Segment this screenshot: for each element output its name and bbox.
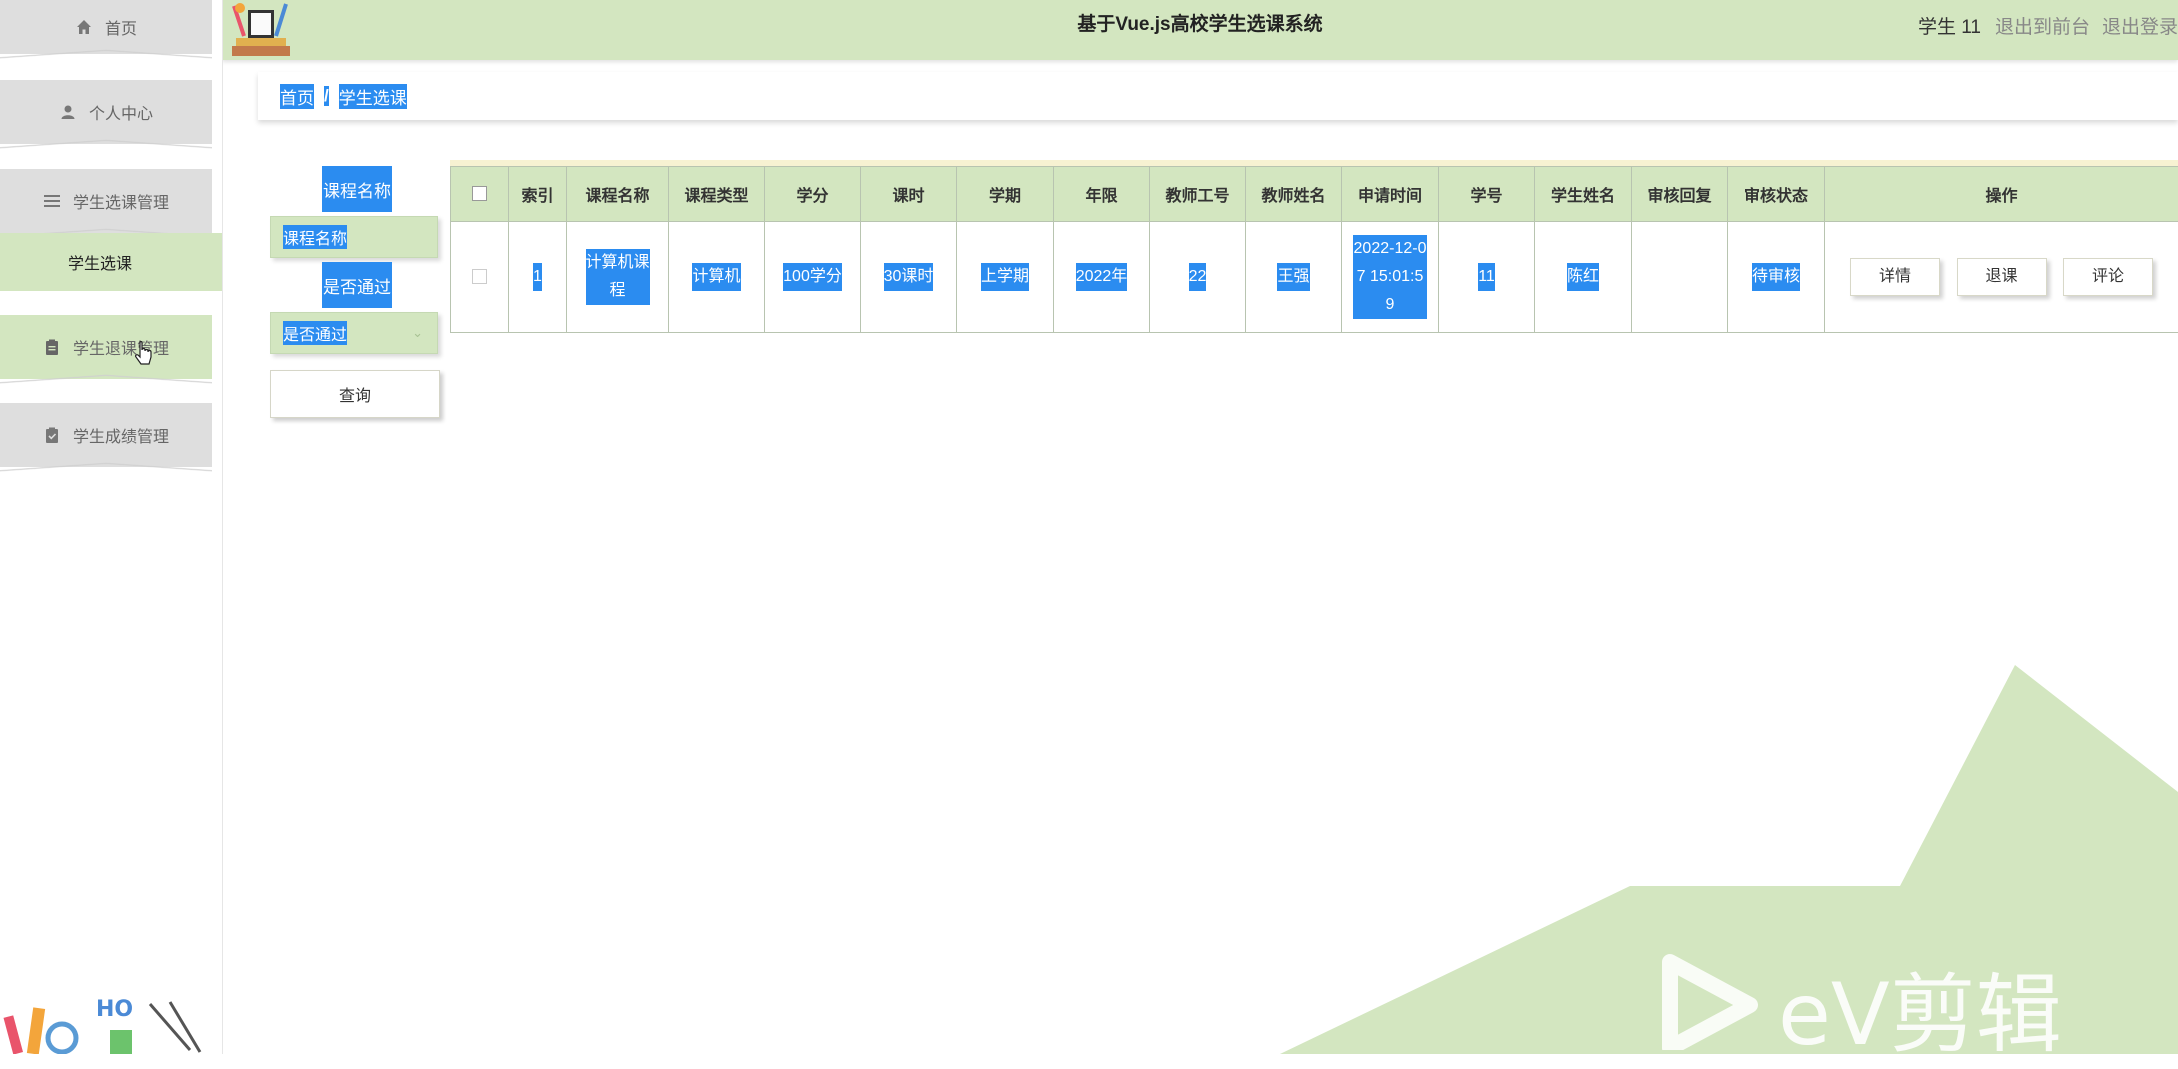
hours-value: 30课时 <box>884 263 934 291</box>
back-to-frontend-link[interactable]: 退出到前台 <box>1995 12 2090 39</box>
student-name-cell: 陈红 <box>1535 222 1632 333</box>
clipboard-check-icon <box>43 426 61 444</box>
student-id-cell: 11 <box>1439 222 1535 333</box>
review-reply-cell <box>1632 222 1728 333</box>
column-header: 课程名称 <box>567 167 669 222</box>
course-name-input[interactable]: 课程名称 <box>270 216 438 258</box>
top-header: 基于Vue.js高校学生选课系统 学生 11 退出到前台 退出登录 <box>222 0 2178 60</box>
course-name-value: 计算机课程 <box>586 249 650 305</box>
svg-text:HO: HO <box>96 997 133 1022</box>
column-header: 审核状态 <box>1728 167 1825 222</box>
sidebar-item-label: 学生成绩管理 <box>73 423 169 447</box>
sidebar-subitem-student-course[interactable]: 学生选课 <box>0 233 222 291</box>
column-header: 申请时间 <box>1342 167 1439 222</box>
sidebar-item-drop-course[interactable]: 学生退课管理 <box>0 315 212 379</box>
pass-status-select[interactable]: 是否通过 ⌄ <box>270 312 438 354</box>
year-cell: 2022年 <box>1054 222 1150 333</box>
breadcrumb-home[interactable]: 首页 <box>280 84 314 109</box>
current-user: 学生 11 <box>1918 12 1981 39</box>
column-header: 学分 <box>765 167 861 222</box>
column-header: 年限 <box>1054 167 1150 222</box>
logout-link[interactable]: 退出登录 <box>2102 12 2178 39</box>
details-button[interactable]: 详情 <box>1850 258 1940 296</box>
hours-cell: 30课时 <box>861 222 957 333</box>
sidebar-item-course-selection[interactable]: 学生选课管理 <box>0 169 212 233</box>
sidebar-item-label: 个人中心 <box>89 100 153 124</box>
drop-course-button[interactable]: 退课 <box>1957 258 2047 296</box>
table-row: 1 计算机课程 计算机 100学分 30课时 上学期 2022年 22 王强 2… <box>451 222 2178 333</box>
column-header: 索引 <box>509 167 567 222</box>
header-user-area: 学生 11 退出到前台 退出登录 <box>1918 0 2178 50</box>
pass-status-placeholder: 是否通过 <box>283 321 347 345</box>
course-type-cell: 计算机 <box>669 222 765 333</box>
user-icon <box>59 103 77 121</box>
term-value: 上学期 <box>981 263 1029 291</box>
mouse-cursor-icon <box>134 341 154 372</box>
play-logo-icon <box>1660 950 1760 1050</box>
actions-cell: 详情 退课 评论 <box>1825 222 2178 333</box>
sidebar: 首页 个人中心 学生选课管理 学生选课 学生退课管理 学生成绩管理 HO <box>0 0 223 1054</box>
student-name-value: 陈红 <box>1567 263 1599 291</box>
course-type-value: 计算机 <box>692 263 740 291</box>
course-name-label: 课程名称 <box>322 166 392 212</box>
column-header: 课程类型 <box>669 167 765 222</box>
comment-button[interactable]: 评论 <box>2063 258 2153 296</box>
sidebar-item-home[interactable]: 首页 <box>0 0 212 54</box>
breadcrumb: 首页 / 学生选课 <box>258 72 2178 120</box>
row-select-cell[interactable] <box>451 222 509 333</box>
column-header: 学号 <box>1439 167 1535 222</box>
apply-time-cell: 2022-12-07 15:01:59 <box>1342 222 1439 333</box>
breadcrumb-current: 学生选课 <box>339 84 407 109</box>
teacher-name-value: 王强 <box>1277 263 1309 291</box>
review-status-value: 待审核 <box>1752 263 1800 291</box>
column-header: 学期 <box>957 167 1054 222</box>
query-button[interactable]: 查询 <box>270 370 440 418</box>
review-status-cell: 待审核 <box>1728 222 1825 333</box>
teacher-id-value: 22 <box>1189 263 1207 291</box>
sidebar-decoration-image: HO <box>0 994 220 1054</box>
credit-value: 100学分 <box>783 263 842 291</box>
sidebar-item-label: 学生退课管理 <box>73 335 169 359</box>
sidebar-item-label: 学生选课管理 <box>73 189 169 213</box>
teacher-id-cell: 22 <box>1150 222 1246 333</box>
pass-status-label: 是否通过 <box>322 262 392 308</box>
course-table: 索引 课程名称 课程类型 学分 课时 学期 年限 教师工号 教师姓名 申请时间 … <box>450 160 2178 333</box>
credit-cell: 100学分 <box>765 222 861 333</box>
watermark: eV剪辑 <box>1660 950 2120 1050</box>
column-header: 操作 <box>1825 167 2178 222</box>
row-checkbox[interactable] <box>472 269 487 284</box>
page-title: 基于Vue.js高校学生选课系统 <box>222 0 2178 50</box>
teacher-name-cell: 王强 <box>1246 222 1342 333</box>
column-header: 教师姓名 <box>1246 167 1342 222</box>
home-icon <box>75 18 93 36</box>
column-header: 教师工号 <box>1150 167 1246 222</box>
watermark-text: eV剪辑 <box>1778 944 2062 1069</box>
clipboard-icon <box>43 338 61 356</box>
sidebar-subitem-label: 学生选课 <box>68 250 132 274</box>
breadcrumb-separator: / <box>324 86 329 106</box>
chevron-down-icon: ⌄ <box>412 325 423 341</box>
course-name-placeholder: 课程名称 <box>283 225 347 249</box>
student-id-value: 11 <box>1478 263 1495 291</box>
course-name-cell: 计算机课程 <box>567 222 669 333</box>
column-header: 学生姓名 <box>1535 167 1632 222</box>
sidebar-item-grades[interactable]: 学生成绩管理 <box>0 403 212 467</box>
year-value: 2022年 <box>1076 263 1128 291</box>
table-header-row: 索引 课程名称 课程类型 学分 课时 学期 年限 教师工号 教师姓名 申请时间 … <box>451 167 2178 222</box>
select-all-checkbox[interactable] <box>472 186 487 201</box>
column-header: 课时 <box>861 167 957 222</box>
term-cell: 上学期 <box>957 222 1054 333</box>
column-header: 审核回复 <box>1632 167 1728 222</box>
list-icon <box>43 192 61 210</box>
sidebar-item-profile[interactable]: 个人中心 <box>0 80 212 144</box>
sidebar-item-label: 首页 <box>105 15 137 39</box>
apply-time-value: 2022-12-07 15:01:59 <box>1353 235 1427 319</box>
index-cell: 1 <box>509 222 567 333</box>
select-all-header[interactable] <box>451 167 509 222</box>
index-value: 1 <box>533 263 542 291</box>
